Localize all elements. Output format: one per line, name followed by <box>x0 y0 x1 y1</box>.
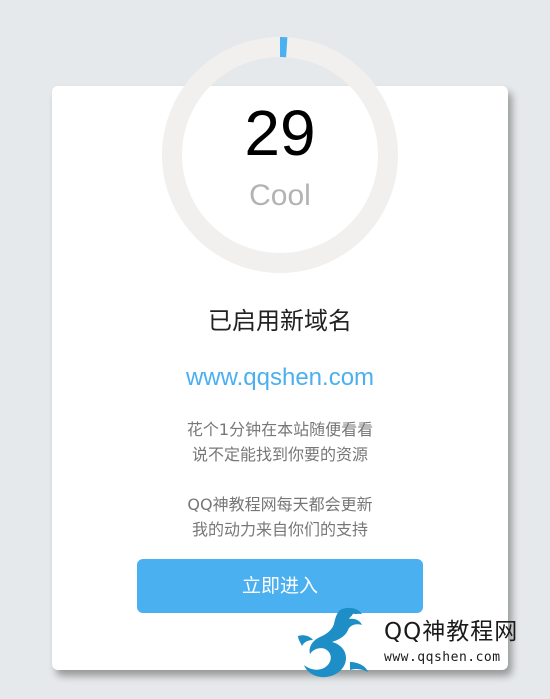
watermark-title: QQ神教程网 <box>384 619 519 645</box>
dragon-logo-icon <box>298 607 368 678</box>
page-title: 已启用新域名 <box>208 307 352 335</box>
update-line-1: QQ神教程网每天都会更新 <box>187 495 373 514</box>
site-watermark: QQ神教程网 www.qqshen.com <box>288 604 543 684</box>
watermark-url: www.qqshen.com <box>384 650 501 665</box>
update-paragraph: QQ神教程网每天都会更新 我的动力来自你们的支持 <box>52 492 508 542</box>
intro-line-2: 说不定能找到你要的资源 <box>191 445 368 464</box>
update-line-2: 我的动力来自你们的支持 <box>191 520 368 539</box>
countdown-value: 29 <box>244 97 316 169</box>
new-domain-link[interactable]: www.qqshen.com <box>52 362 508 394</box>
countdown-label: Cool <box>249 179 311 212</box>
intro-paragraph: 花个1分钟在本站随便看看 说不定能找到你要的资源 <box>52 417 508 467</box>
countdown-ring: 29 Cool <box>162 37 398 273</box>
intro-line-1: 花个1分钟在本站随便看看 <box>186 420 374 439</box>
